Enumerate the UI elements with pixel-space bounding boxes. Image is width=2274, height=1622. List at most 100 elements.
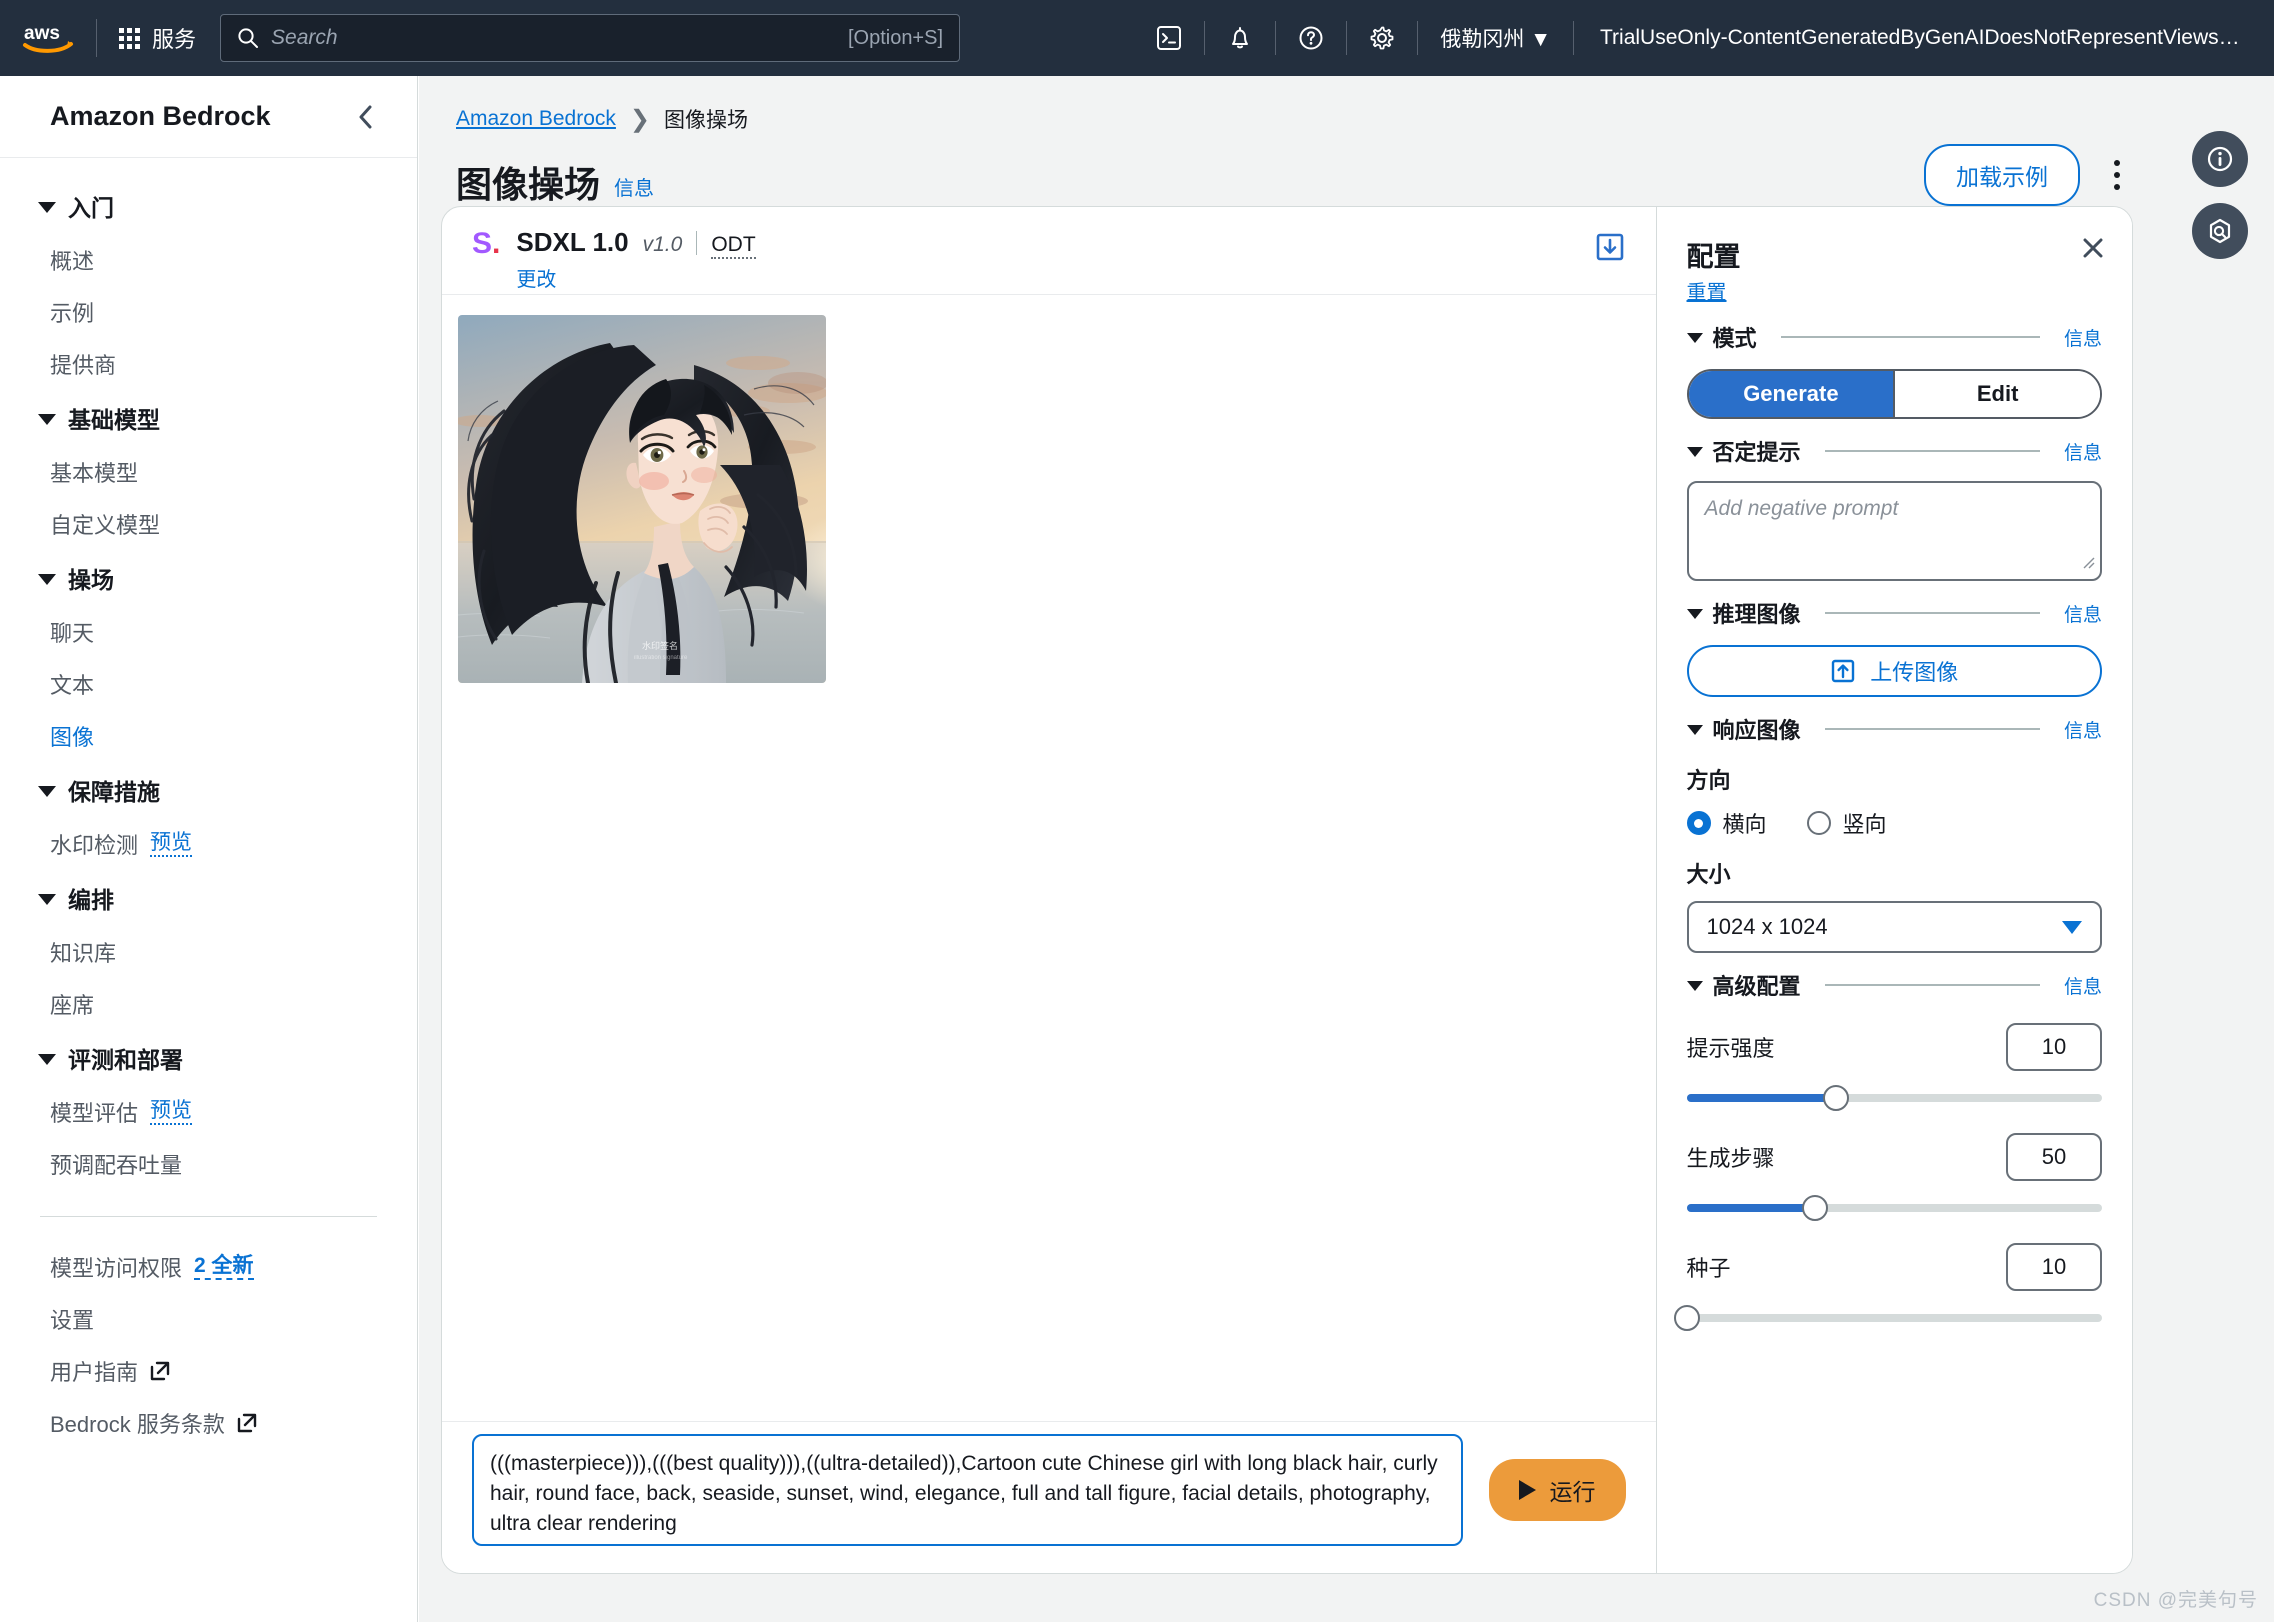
sidebar-group-foundation-models[interactable]: 基础模型 (0, 390, 417, 446)
sidebar-item-label: 座席 (50, 993, 95, 1018)
slider-knob[interactable] (1802, 1195, 1829, 1221)
param-label-seed: 种子 (1686, 1256, 1731, 1281)
sidebar-group-safeguards[interactable]: 保障措施 (0, 762, 417, 818)
aws-logo[interactable]: aws (0, 21, 96, 55)
sidebar-item-user-guide[interactable]: 用户指南 (0, 1345, 417, 1397)
slider-knob[interactable] (1673, 1305, 1700, 1331)
caret-down-icon[interactable] (1686, 725, 1703, 735)
svg-text:illustration signature: illustration signature (634, 655, 688, 661)
upload-image-button[interactable]: 上传图像 (1686, 645, 2102, 697)
chevron-down-icon (2062, 920, 2082, 934)
assistant-hexagon-icon[interactable] (2192, 203, 2248, 259)
slider-prompt-strength[interactable] (1686, 1085, 2102, 1111)
sidebar-item-text[interactable]: 文本 (0, 658, 417, 710)
caret-down-icon[interactable] (1686, 609, 1703, 619)
run-button[interactable]: 运行 (1488, 1458, 1626, 1521)
close-config-panel-button[interactable] (2080, 235, 2106, 266)
sidebar-item-custom-models[interactable]: 自定义模型 (0, 498, 417, 550)
preview-badge: 预览 (150, 1099, 193, 1126)
section-response-image-info-link[interactable]: 信息 (2064, 716, 2102, 743)
sidebar-group-getting-started[interactable]: 入门 (0, 178, 417, 234)
section-response-image-label: 响应图像 (1712, 718, 1801, 743)
section-inference-image-info-link[interactable]: 信息 (2064, 600, 2102, 627)
orientation-option-portrait[interactable]: 竖向 (1806, 807, 1887, 839)
caret-down-icon[interactable] (1686, 447, 1703, 457)
sidebar-item-model-evaluation[interactable]: 模型评估 预览 (0, 1086, 417, 1138)
config-reset-link[interactable]: 重置 (1687, 276, 2102, 305)
slider-knob[interactable] (1823, 1085, 1850, 1111)
generated-image-render: 水印签名 illustration signature (458, 315, 826, 683)
sidebar-item-knowledge-base[interactable]: 知识库 (0, 926, 417, 978)
section-mode-info-link[interactable]: 信息 (2064, 324, 2102, 351)
sidebar-item-examples[interactable]: 示例 (0, 286, 417, 338)
slider-track (1686, 1314, 2102, 1322)
size-select[interactable]: 1024 x 1024 (1686, 901, 2102, 953)
model-odt-badge[interactable]: ODT (711, 233, 756, 259)
playground-card: S. SDXL 1.0 v1.0 ODT 更改 水印签名 illustratio… (441, 206, 2133, 1574)
download-image-icon[interactable] (1594, 231, 1626, 268)
section-inference-image-label: 推理图像 (1712, 602, 1801, 627)
sidebar-group-orchestration[interactable]: 编排 (0, 870, 417, 926)
section-response-image-header: 响应图像 信息 (1686, 713, 2102, 745)
section-mode-header: 模式 信息 (1686, 321, 2102, 353)
caret-down-icon[interactable] (1686, 333, 1703, 343)
sidebar-item-image[interactable]: 图像 (0, 710, 417, 762)
services-label: 服务 (152, 27, 197, 52)
section-mode-label: 模式 (1712, 326, 1757, 351)
sidebar-item-provisioned-throughput[interactable]: 预调配吞吐量 (0, 1138, 417, 1190)
sidebar-collapse-button[interactable] (355, 102, 377, 132)
sidebar-group-label: 入门 (68, 195, 114, 221)
settings-gear-icon[interactable] (1347, 0, 1417, 76)
caret-down-icon (38, 1053, 56, 1065)
sidebar-group-playgrounds[interactable]: 操场 (0, 550, 417, 606)
sidebar-item-model-access[interactable]: 模型访问权限 2 全新 (0, 1241, 417, 1293)
prompt-input[interactable]: (((masterpiece))),(((best quality))),((u… (472, 1433, 1463, 1546)
sidebar-item-settings[interactable]: 设置 (0, 1293, 417, 1345)
load-example-button[interactable]: 加载示例 (1924, 144, 2080, 206)
section-rule (1824, 984, 2040, 986)
sidebar-item-label: 模型评估 (50, 1101, 139, 1126)
sidebar-item-bedrock-terms[interactable]: Bedrock 服务条款 (0, 1397, 417, 1449)
model-identity-row: SDXL 1.0 v1.0 ODT (516, 227, 756, 259)
model-divider (696, 231, 698, 255)
section-advanced-header: 高级配置 信息 (1686, 969, 2102, 1001)
caret-down-icon[interactable] (1686, 981, 1703, 991)
breadcrumb-link-root[interactable]: Amazon Bedrock (456, 107, 616, 131)
slider-seed[interactable] (1673, 1305, 2102, 1331)
mode-option-edit[interactable]: Edit (1893, 371, 2100, 417)
region-selector[interactable]: 俄勒冈州 ▼ (1418, 23, 1573, 53)
section-advanced-info-link[interactable]: 信息 (2064, 972, 2102, 999)
param-input-prompt-strength[interactable]: 10 (2006, 1023, 2102, 1071)
section-negative-prompt-info-link[interactable]: 信息 (2064, 438, 2102, 465)
param-input-generation-steps[interactable]: 50 (2006, 1133, 2102, 1181)
param-input-seed[interactable]: 10 (2006, 1243, 2102, 1291)
orientation-label: 方向 (1686, 768, 1731, 793)
orientation-option-landscape[interactable]: 横向 (1686, 807, 1767, 839)
sidebar-item-agents[interactable]: 座席 (0, 978, 417, 1030)
global-search-input[interactable]: Search [Option+S] (220, 14, 961, 62)
account-selector[interactable]: TrialUseOnly-ContentGeneratedByGenAIDoes… (1574, 26, 2274, 50)
more-options-button[interactable] (2100, 152, 2134, 198)
help-circle-icon[interactable] (1276, 0, 1346, 76)
cloudshell-icon[interactable] (1134, 0, 1204, 76)
negative-prompt-input[interactable]: Add negative prompt (1686, 481, 2102, 581)
search-icon (238, 28, 259, 48)
model-bar: S. SDXL 1.0 v1.0 ODT 更改 (442, 207, 1656, 295)
resize-grip-icon[interactable] (2079, 551, 2095, 575)
mode-option-generate[interactable]: Generate (1688, 371, 1894, 417)
generated-image[interactable]: 水印签名 illustration signature (458, 315, 826, 683)
sidebar-item-base-models[interactable]: 基本模型 (0, 446, 417, 498)
sidebar-item-chat[interactable]: 聊天 (0, 606, 417, 658)
sidebar-item-overview[interactable]: 概述 (0, 234, 417, 286)
change-model-link[interactable]: 更改 (516, 263, 755, 292)
notifications-bell-icon[interactable] (1205, 0, 1275, 76)
services-menu-button[interactable]: 服务 (97, 0, 216, 76)
info-panel-toggle-icon[interactable] (2192, 131, 2248, 187)
sidebar-group-assessment-deployment[interactable]: 评测和部署 (0, 1030, 417, 1086)
sidebar-item-providers[interactable]: 提供商 (0, 338, 417, 390)
slider-generation-steps[interactable] (1686, 1195, 2102, 1221)
sidebar-item-watermark-detection[interactable]: 水印检测 预览 (0, 818, 417, 870)
page-info-link[interactable]: 信息 (614, 172, 654, 201)
page-title: 图像操场 (456, 164, 601, 205)
sidebar-group-label: 编排 (68, 887, 114, 913)
